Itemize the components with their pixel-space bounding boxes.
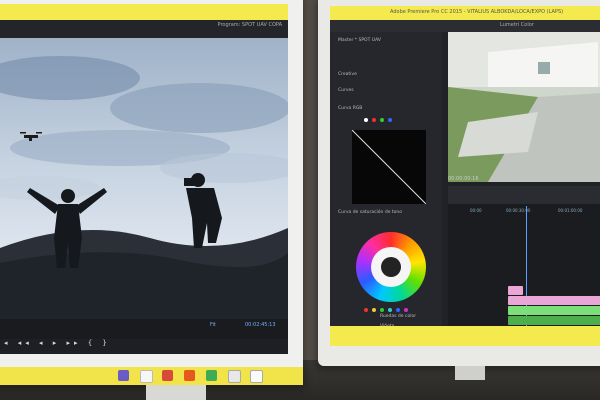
left-bezel-top [0, 4, 288, 20]
program-preview [0, 38, 288, 328]
timeline-clip[interactable] [508, 286, 523, 295]
zoom-label[interactable]: Fit [210, 322, 216, 328]
timeline-panel: 00:00 00:00:30:00 00:01:00:00 [448, 186, 600, 336]
panel-tabs: Lumetri Color [330, 20, 600, 32]
panel-tab-lumetri[interactable]: Lumetri Color [500, 22, 534, 28]
timeline-ruler[interactable] [448, 186, 600, 204]
program-monitor-preview [448, 32, 600, 182]
taskbar-app-icon[interactable] [118, 370, 129, 381]
taskbar-app-icon[interactable] [140, 370, 153, 383]
right-bezel-bottom [330, 326, 600, 346]
hue-saturation-wheel[interactable] [356, 232, 426, 302]
taskbar-app-icon[interactable] [250, 370, 263, 383]
taskbar-app-icon[interactable] [206, 370, 217, 381]
taskbar [0, 367, 303, 385]
rgb-curve-graph[interactable] [351, 129, 427, 205]
program-panel-header: Program: SPOT UAV COPA [0, 20, 288, 38]
hue-dots[interactable] [364, 308, 408, 312]
program-controls-bar: Fit 00:02:45:13 [0, 319, 288, 339]
program-header-label: Program: SPOT UAV COPA [217, 22, 282, 28]
ruler-mark: 00:01:00:00 [558, 208, 583, 213]
left-monitor-stand [146, 385, 206, 400]
timeline-clip[interactable] [508, 306, 600, 315]
channel-dots[interactable] [364, 118, 392, 122]
right-screen: Adobe Premiere Pro CC 2015 - VITALIUS AL… [330, 6, 600, 346]
panel-label-curves[interactable]: Curves [338, 88, 354, 93]
left-screen: Program: SPOT UAV COPA Fit 00:02:45:13 ◂… [0, 4, 288, 354]
window-title: Adobe Premiere Pro CC 2015 - VITALIUS AL… [390, 9, 564, 15]
left-monitor: Program: SPOT UAV COPA Fit 00:02:45:13 ◂… [0, 0, 303, 385]
taskbar-app-icon[interactable] [184, 370, 195, 381]
program-timecode-right: 00:00:00:16 [448, 176, 479, 182]
right-monitor: Adobe Premiere Pro CC 2015 - VITALIUS AL… [318, 0, 600, 366]
panel-label-color-wheels[interactable]: Ruedas de color [380, 314, 416, 319]
sequence-label: Master * SPOT UAV [338, 38, 381, 43]
panel-label-hue-saturation[interactable]: Curva de saturación de tono [338, 210, 402, 215]
lumetri-color-panel: Master * SPOT UAV Creative Curves Curva … [330, 32, 442, 332]
window-title-bar: Adobe Premiere Pro CC 2015 - VITALIUS AL… [330, 6, 600, 20]
playback-buttons[interactable]: ◂ ◂◂ ◂ ▸ ▸▸ { } [4, 339, 111, 347]
panel-label-rgb-curve[interactable]: Curva RGB [338, 106, 362, 111]
taskbar-app-icon[interactable] [228, 370, 241, 383]
panel-label-creative[interactable]: Creative [338, 72, 357, 77]
timeline-clip[interactable] [508, 296, 600, 305]
program-timecode: 00:02:45:13 [245, 322, 276, 328]
timeline-clip[interactable] [508, 316, 600, 325]
taskbar-app-icon[interactable] [162, 370, 173, 381]
ruler-mark: 00:00 [470, 208, 482, 213]
right-monitor-stand [455, 366, 485, 380]
